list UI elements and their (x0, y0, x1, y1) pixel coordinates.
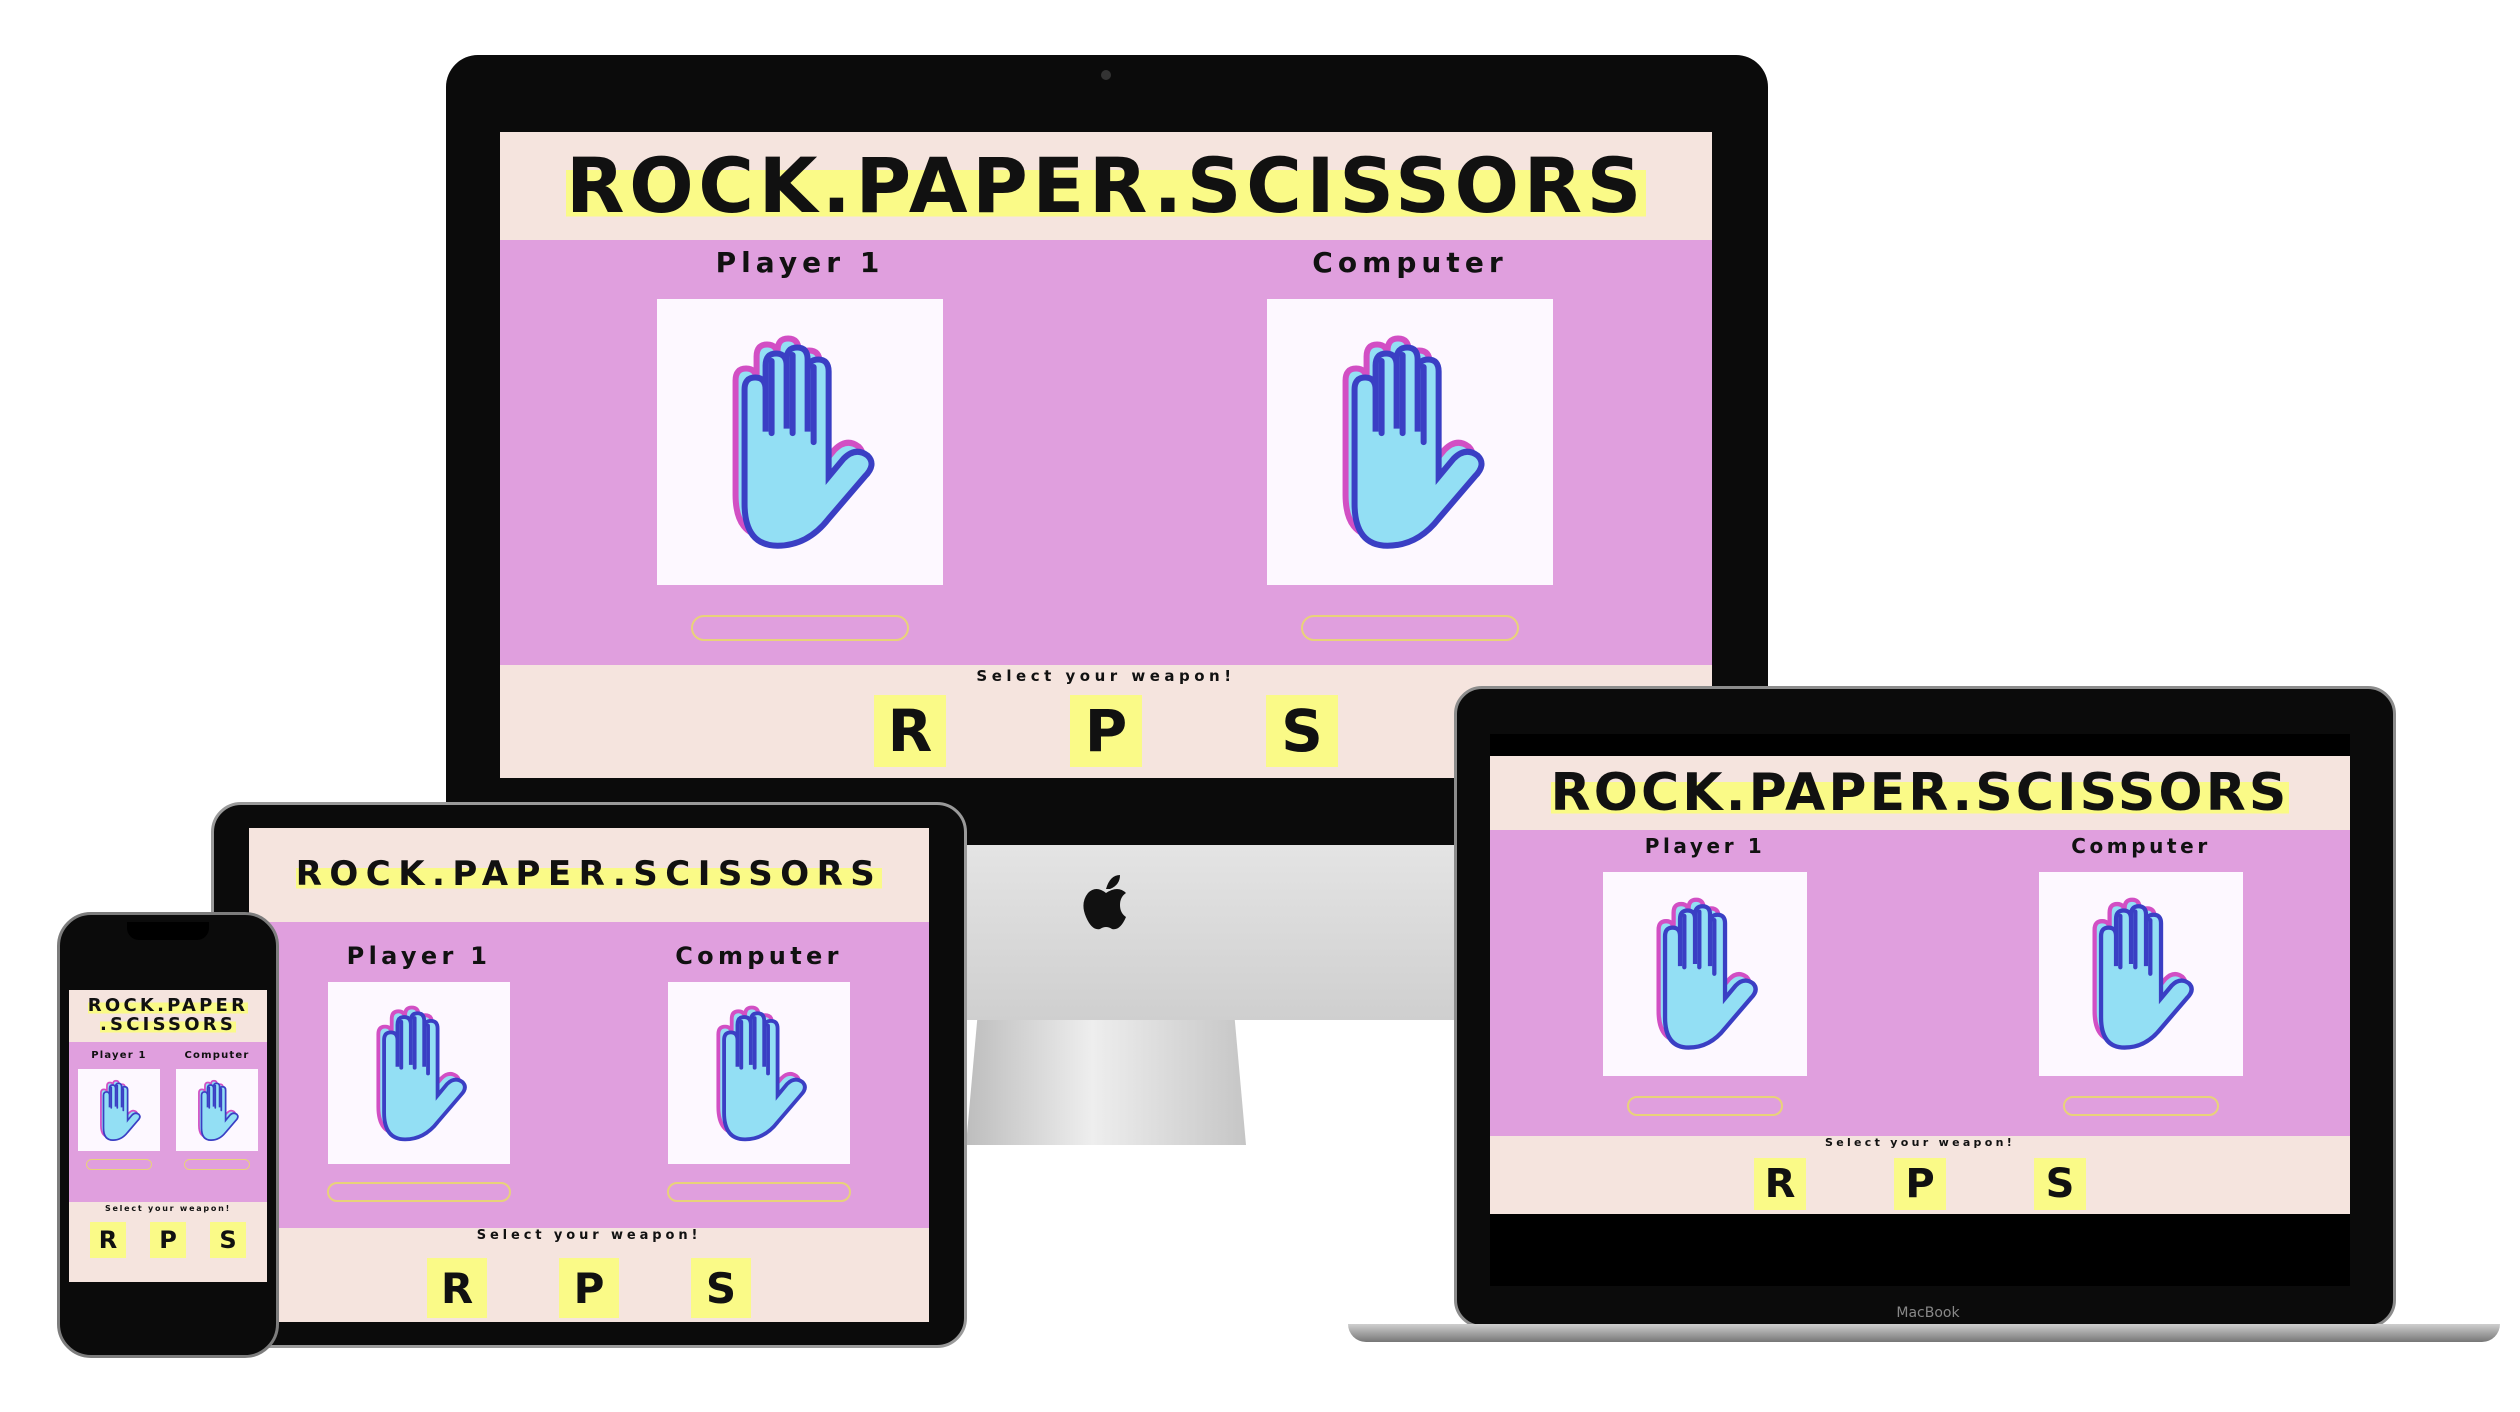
app-tablet: ROCK.PAPER.SCISSORS Player 1 Computer Se… (249, 828, 929, 1322)
paper-button[interactable]: P (1070, 695, 1142, 767)
computer-result-bar (2063, 1096, 2219, 1116)
app-desktop: ROCK.PAPER.SCISSORS Player 1 Computer Se… (500, 132, 1712, 778)
paper-button[interactable]: P (1894, 1158, 1946, 1210)
hand-icon (376, 1005, 467, 1141)
player-column: Player 1 (1600, 834, 1810, 1116)
header: ROCK.PAPER.SCISSORS (1490, 756, 2350, 830)
page-title: ROCK.PAPER.SCISSORS (1550, 762, 2290, 823)
rock-button[interactable]: R (874, 695, 946, 767)
hand-icon (1290, 322, 1530, 562)
scissors-button[interactable]: S (2034, 1158, 2086, 1210)
computer-column: Computer (659, 942, 859, 1202)
arena: Player 1 Computer (1490, 830, 2350, 1136)
apple-logo-icon (1080, 871, 1132, 933)
player-column: Player 1 (650, 246, 950, 641)
rock-button[interactable]: R (427, 1258, 487, 1318)
scissors-button[interactable]: S (210, 1222, 246, 1258)
tablet-device: ROCK.PAPER.SCISSORS Player 1 Computer Se… (211, 802, 967, 1348)
player-label: Player 1 (1644, 834, 1766, 858)
weapon-prompt: Select your weapon! (104, 1204, 232, 1213)
scissors-button[interactable]: S (691, 1258, 751, 1318)
player-label: Player 1 (715, 246, 885, 279)
laptop-base (1348, 1324, 2500, 1342)
weapon-prompt: Select your weapon! (476, 1228, 702, 1243)
imac-camera (1101, 70, 1111, 80)
hand-icon (680, 322, 920, 562)
weapon-prompt: Select your weapon! (1824, 1136, 2016, 1149)
weapon-prompt: Select your weapon! (976, 667, 1236, 685)
player-label: Player 1 (346, 942, 492, 970)
computer-choice-card (2039, 872, 2243, 1076)
computer-column: Computer (1260, 246, 1560, 641)
player-column: Player 1 (319, 942, 519, 1202)
player-column: Player 1 (71, 1050, 167, 1170)
laptop-screen: ROCK.PAPER.SCISSORS Player 1 Computer Se… (1490, 734, 2350, 1286)
app-laptop: ROCK.PAPER.SCISSORS Player 1 Computer Se… (1490, 734, 2350, 1286)
arena: Player 1 Computer (249, 922, 929, 1228)
computer-choice-card (176, 1069, 258, 1151)
player-result-bar (1627, 1096, 1783, 1116)
rock-button[interactable]: R (90, 1222, 126, 1258)
arena: Player 1 Computer (500, 240, 1712, 665)
computer-label: Computer (2071, 834, 2211, 858)
controls: Select your weapon! R P S (69, 1202, 267, 1282)
computer-result-bar (667, 1182, 851, 1202)
computer-column: Computer (2036, 834, 2246, 1116)
app-mobile: ROCK.PAPER .SCISSORS Player 1 Computer S… (69, 990, 267, 1282)
player-choice-card (657, 299, 943, 585)
phone-notch (127, 922, 209, 940)
header: ROCK.PAPER.SCISSORS (500, 132, 1712, 240)
hand-icon (716, 1005, 807, 1141)
player-result-bar (691, 615, 909, 641)
paper-button[interactable]: P (150, 1222, 186, 1258)
computer-label: Computer (1312, 246, 1508, 279)
hand-icon (197, 1079, 239, 1141)
player-result-bar (86, 1159, 152, 1170)
controls: Select your weapon! R P S (249, 1228, 929, 1322)
computer-label: Computer (184, 1050, 250, 1061)
laptop-device: MacBook ROCK.PAPER.SCISSORS Player 1 Com… (1348, 686, 2520, 1342)
laptop-brand: MacBook (1896, 1305, 1960, 1321)
imac-stand (966, 1020, 1246, 1145)
tablet-screen: ROCK.PAPER.SCISSORS Player 1 Computer Se… (249, 828, 929, 1322)
player-choice-card (328, 982, 510, 1164)
hand-icon (1619, 888, 1790, 1059)
imac-screen: ROCK.PAPER.SCISSORS Player 1 Computer Se… (500, 132, 1712, 778)
computer-column: Computer (169, 1050, 265, 1170)
page-title: ROCK.PAPER.SCISSORS (295, 854, 883, 895)
player-choice-card (78, 1069, 160, 1151)
weapon-buttons: R P S (1490, 1158, 2350, 1210)
weapon-buttons: R P S (69, 1222, 267, 1258)
paper-button[interactable]: P (559, 1258, 619, 1318)
computer-choice-card (1267, 299, 1553, 585)
hand-icon (99, 1079, 141, 1141)
page-title-line2: .SCISSORS (99, 1014, 237, 1035)
weapon-buttons: R P S (249, 1258, 929, 1318)
phone-screen: ROCK.PAPER .SCISSORS Player 1 Computer S… (69, 990, 267, 1282)
header: ROCK.PAPER.SCISSORS (249, 828, 929, 922)
controls: Select your weapon! R P S (1490, 1136, 2350, 1214)
computer-label: Computer (675, 942, 843, 970)
player-result-bar (327, 1182, 511, 1202)
arena: Player 1 Computer (69, 1042, 267, 1202)
player-choice-card (1603, 872, 1807, 1076)
computer-result-bar (184, 1159, 250, 1170)
rock-button[interactable]: R (1754, 1158, 1806, 1210)
player-label: Player 1 (91, 1050, 147, 1061)
hand-icon (2055, 888, 2226, 1059)
page-title: ROCK.PAPER.SCISSORS (566, 141, 1646, 231)
phone-device: ROCK.PAPER .SCISSORS Player 1 Computer S… (57, 912, 279, 1358)
computer-choice-card (668, 982, 850, 1164)
header: ROCK.PAPER .SCISSORS (69, 990, 267, 1042)
computer-result-bar (1301, 615, 1519, 641)
scissors-button[interactable]: S (1266, 695, 1338, 767)
